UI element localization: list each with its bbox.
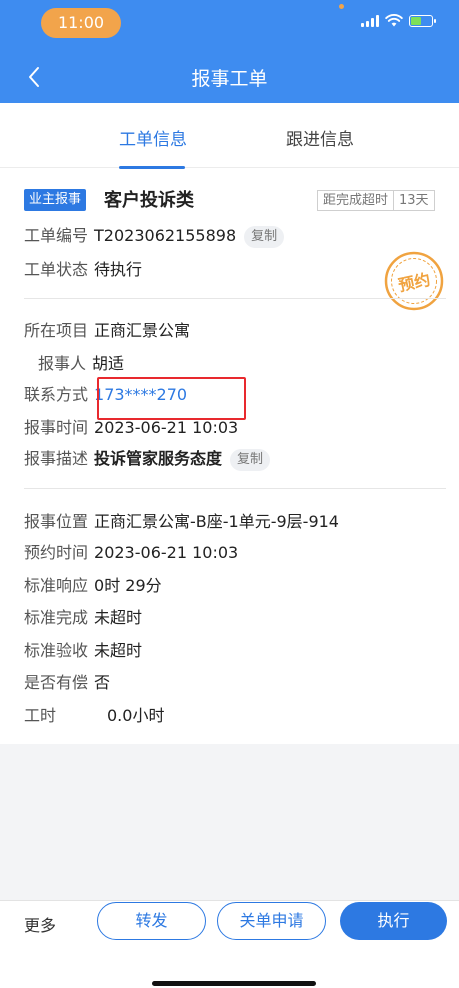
deadline-label: 距完成超时 bbox=[323, 193, 389, 208]
home-indicator bbox=[152, 981, 316, 986]
contact-label: 联系方式 bbox=[24, 385, 89, 404]
appointment-label: 预约时间 bbox=[24, 543, 89, 562]
paid-label: 是否有偿 bbox=[24, 673, 89, 692]
response-row: 标准响应 0时 29分 bbox=[24, 573, 162, 599]
acceptance-row: 标准验收 未超时 bbox=[24, 638, 142, 664]
source-badge: 业主报事 bbox=[24, 189, 87, 211]
tab-bar: 工单信息 跟进信息 bbox=[0, 103, 459, 169]
order-status-label: 工单状态 bbox=[24, 260, 89, 279]
close-request-button[interactable]: 关单申请 bbox=[217, 902, 326, 940]
reporter-label: 报事人 bbox=[38, 354, 87, 373]
forward-button[interactable]: 转发 bbox=[97, 902, 206, 940]
order-number: T2023062155898 bbox=[94, 226, 237, 245]
execute-button[interactable]: 执行 bbox=[340, 902, 447, 940]
status-time: 11:00 bbox=[41, 8, 121, 38]
completion-row: 标准完成 未超时 bbox=[24, 605, 142, 631]
order-status-row: 工单状态 待执行 bbox=[24, 257, 142, 283]
reporter-row: 报事人 胡适 bbox=[38, 351, 124, 377]
report-time-label: 报事时间 bbox=[24, 418, 89, 437]
order-category: 客户投诉类 bbox=[104, 190, 194, 211]
acceptance-value: 未超时 bbox=[94, 641, 143, 660]
hours-row: 工时 0.0小时 bbox=[24, 703, 164, 729]
battery-icon bbox=[409, 14, 436, 27]
app-header: 11:00 报事工单 bbox=[0, 0, 459, 103]
divider bbox=[24, 298, 446, 299]
report-time-value: 2023-06-21 10:03 bbox=[94, 418, 239, 437]
order-status: 待执行 bbox=[94, 260, 143, 279]
page-title: 报事工单 bbox=[191, 68, 268, 90]
wifi-icon bbox=[385, 14, 403, 27]
active-tab-indicator bbox=[119, 166, 185, 169]
stamp-text: 预约 bbox=[397, 270, 432, 295]
appointment-stamp-icon: 预约 bbox=[384, 251, 444, 311]
status-bar: 11:00 bbox=[0, 0, 459, 44]
deadline-days: 13天 bbox=[393, 191, 434, 210]
location-label: 报事位置 bbox=[24, 512, 89, 531]
paid-row: 是否有偿否 bbox=[24, 670, 110, 696]
location-value: 正商汇景公寓-B座-1单元-9层-914 bbox=[94, 512, 339, 531]
project-value: 正商汇景公寓 bbox=[94, 321, 191, 340]
response-label: 标准响应 bbox=[24, 576, 89, 595]
hours-value: 0.0小时 bbox=[107, 706, 165, 725]
copy-order-number-button[interactable]: 复制 bbox=[244, 226, 285, 248]
description-label: 报事描述 bbox=[24, 449, 89, 468]
project-row: 所在项目 正商汇景公寓 bbox=[24, 318, 190, 344]
completion-value: 未超时 bbox=[94, 608, 143, 627]
response-value: 0时 29分 bbox=[94, 576, 162, 595]
deadline-badge: 距完成超时 13天 bbox=[317, 190, 435, 211]
reporter-value: 胡适 bbox=[92, 354, 125, 373]
tab-follow-up[interactable]: 跟进信息 bbox=[286, 125, 354, 150]
more-button[interactable]: 更多 bbox=[24, 912, 56, 936]
description-value: 投诉管家服务态度 bbox=[94, 449, 223, 468]
location-row: 报事位置 正商汇景公寓-B座-1单元-9层-914 bbox=[24, 509, 339, 535]
description-row: 报事描述 投诉管家服务态度 复制 bbox=[24, 446, 271, 472]
project-label: 所在项目 bbox=[24, 321, 89, 340]
tab-order-info[interactable]: 工单信息 bbox=[119, 125, 187, 150]
mic-indicator-dot bbox=[339, 4, 344, 9]
hours-label: 工时 bbox=[24, 706, 57, 725]
appointment-row: 预约时间 2023-06-21 10:03 bbox=[24, 540, 238, 566]
copy-description-button[interactable]: 复制 bbox=[230, 449, 271, 471]
acceptance-label: 标准验收 bbox=[24, 641, 89, 660]
completion-label: 标准完成 bbox=[24, 608, 89, 627]
paid-value: 否 bbox=[94, 673, 111, 692]
status-icons bbox=[361, 14, 436, 27]
appointment-value: 2023-06-21 10:03 bbox=[94, 543, 239, 562]
signal-icon bbox=[361, 14, 379, 27]
nav-bar: 报事工单 bbox=[0, 52, 459, 100]
divider bbox=[24, 488, 446, 489]
empty-area bbox=[0, 744, 459, 900]
order-number-label: 工单编号 bbox=[24, 226, 89, 245]
highlight-box bbox=[97, 377, 246, 420]
order-number-row: 工单编号 T2023062155898 复制 bbox=[24, 223, 285, 249]
bottom-action-bar: 更多 转发 关单申请 执行 bbox=[0, 900, 459, 988]
